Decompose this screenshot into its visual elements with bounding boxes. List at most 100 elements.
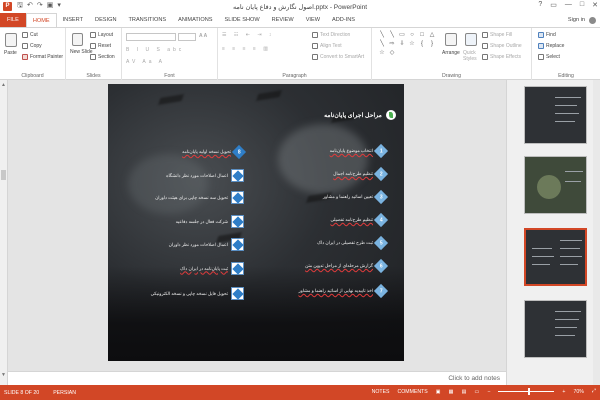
font-style-buttons[interactable]: B I U S abc <box>126 47 184 53</box>
arrange-icon[interactable] <box>445 33 457 46</box>
brace-shape-icon[interactable]: { <box>418 41 426 47</box>
paste-icon[interactable] <box>5 33 17 47</box>
slide-thumbnail[interactable] <box>524 156 587 214</box>
star-shape-icon[interactable]: ☆ <box>408 41 416 47</box>
zoom-in-icon[interactable]: + <box>562 389 565 395</box>
notes-pane[interactable]: Click to add notes <box>8 371 506 385</box>
customize-qat-icon[interactable]: ▾ <box>57 1 61 12</box>
slide-canvas[interactable]: مراحل اجرای پایان‌نامه 1 انتخاب موضوع پا… <box>108 84 404 361</box>
step-item[interactable]: اعمال اصلاحات مورد نظر داوران <box>169 238 244 251</box>
arrow-shape-icon[interactable]: ⇩ <box>398 41 406 47</box>
rectangle-shape-icon[interactable]: □ <box>418 32 426 38</box>
step-item[interactable]: 3 تعیین اساتید راهنما و مشاور <box>323 189 389 205</box>
paste-button[interactable]: Paste <box>4 50 17 56</box>
text-direction-button[interactable]: Text Direction <box>312 32 350 38</box>
layout-button[interactable]: Layout <box>90 32 113 38</box>
tab-transitions[interactable]: TRANSITIONS <box>122 13 172 27</box>
zoom-slider[interactable] <box>498 388 555 395</box>
shape-outline-button[interactable]: Shape Outline <box>482 43 522 49</box>
close-button[interactable]: ✕ <box>592 1 598 9</box>
zoom-level[interactable]: 70% <box>573 389 583 395</box>
convert-smartart-button[interactable]: Convert to SmartArt <box>312 54 364 60</box>
start-slideshow-icon[interactable]: ▣ <box>47 1 54 12</box>
font-size-box[interactable] <box>178 33 196 41</box>
normal-view-icon[interactable]: ▣ <box>436 389 441 395</box>
quick-styles-button[interactable]: Quick Styles <box>463 50 479 62</box>
slide-sorter-icon[interactable]: ▦ <box>449 389 454 395</box>
step-item[interactable]: 6 گزارش مرحله‌ای از مراحل تدوین متن <box>305 258 389 274</box>
tab-animations[interactable]: ANIMATIONS <box>172 13 218 27</box>
tab-slide-show[interactable]: SLIDE SHOW <box>219 13 266 27</box>
undo-icon[interactable]: ↶ <box>27 1 33 12</box>
tab-home[interactable]: HOME <box>25 13 57 27</box>
font-color-buttons[interactable]: AV Aa A <box>126 59 165 65</box>
new-slide-icon[interactable] <box>72 33 83 46</box>
list-buttons[interactable]: ☰ ☷ ⇤ ⇥ ↕ <box>222 32 274 38</box>
replace-button[interactable]: Replace <box>538 43 564 49</box>
ribbon-display-button[interactable]: ▭ <box>550 1 557 9</box>
tab-file[interactable]: FILE <box>0 13 26 27</box>
slide-thumbnail[interactable] <box>524 300 587 358</box>
save-icon[interactable]: 🖫 <box>17 1 23 12</box>
thumbnail-scrollbar[interactable] <box>593 80 600 385</box>
scroll-thumb[interactable] <box>1 170 6 180</box>
line-shape-icon[interactable]: ╲ <box>388 32 396 38</box>
notes-placeholder[interactable]: Click to add notes <box>448 375 500 382</box>
arrange-button[interactable]: Arrange <box>442 50 460 56</box>
line-shape-icon[interactable]: ╲ <box>378 41 386 47</box>
shape-effects-button[interactable]: Shape Effects <box>482 54 521 60</box>
slideshow-view-icon[interactable]: ▭ <box>474 389 479 395</box>
redo-icon[interactable]: ↷ <box>37 1 43 12</box>
sign-in-link[interactable]: Sign in <box>568 13 585 27</box>
step-item[interactable]: اعمال اصلاحات مورد نظر دانشگاه <box>166 169 244 182</box>
quick-styles-icon[interactable] <box>465 33 477 46</box>
arrow-shape-icon[interactable]: ⇨ <box>388 41 396 47</box>
step-item[interactable]: 8 تحویل نسخه اولیه پایان‌نامه <box>182 144 247 160</box>
tab-view[interactable]: VIEW <box>300 13 326 27</box>
format-painter-button[interactable]: Format Painter <box>22 54 63 60</box>
callout-shape-icon[interactable]: ◇ <box>388 50 396 56</box>
step-item[interactable]: تحویل سه نسخه چاپی برای هیئت داوران <box>155 191 244 204</box>
align-buttons[interactable]: ≡ ≡ ≡ ≡ ▥ <box>222 46 271 52</box>
copy-button[interactable]: Copy <box>22 43 42 49</box>
slide-thumbnail-selected[interactable] <box>524 228 587 286</box>
font-name-box[interactable] <box>126 33 176 41</box>
brace-shape-icon[interactable]: } <box>428 41 436 47</box>
triangle-shape-icon[interactable]: △ <box>428 32 436 38</box>
cut-button[interactable]: Cut <box>22 32 38 38</box>
tab-add-ins[interactable]: ADD-INS <box>326 13 361 27</box>
fit-slide-icon[interactable]: ⤢ <box>592 388 596 395</box>
user-avatar-icon[interactable] <box>589 16 596 24</box>
minimize-button[interactable]: — <box>565 1 572 9</box>
select-button[interactable]: Select <box>538 54 560 60</box>
slide-thumbnail[interactable] <box>524 86 587 144</box>
rectangle-shape-icon[interactable]: ▭ <box>398 32 406 38</box>
zoom-out-icon[interactable]: − <box>487 389 490 395</box>
step-item[interactable]: ثبت پایان‌نامه در ایران داک <box>180 262 244 275</box>
step-item[interactable]: 2 تنظیم طرح‌نامه اجمال <box>333 166 389 182</box>
star-shape-icon[interactable]: ☆ <box>378 50 386 56</box>
maximize-button[interactable]: □ <box>580 1 584 9</box>
section-button[interactable]: Section <box>90 54 115 60</box>
reset-button[interactable]: Reset <box>90 43 111 49</box>
step-item[interactable]: 7 اخذ تاییدیه نهایی از اساتید راهنما و م… <box>299 283 389 299</box>
comments-toggle[interactable]: COMMENTS <box>398 389 428 395</box>
tab-design[interactable]: DESIGN <box>89 13 122 27</box>
language-indicator[interactable]: PERSIAN <box>53 390 76 396</box>
left-scrollbar[interactable]: ▲ ▼ <box>0 80 8 385</box>
tab-review[interactable]: REVIEW <box>266 13 300 27</box>
help-button[interactable]: ? <box>538 1 542 9</box>
shape-fill-button[interactable]: Shape Fill <box>482 32 512 38</box>
step-item[interactable]: 1 انتخاب موضوع پایان‌نامه <box>330 143 389 159</box>
align-text-button[interactable]: Align Text <box>312 43 342 49</box>
notes-toggle[interactable]: NOTES <box>372 389 390 395</box>
scroll-down-icon[interactable]: ▼ <box>1 372 6 378</box>
scroll-up-icon[interactable]: ▲ <box>1 82 6 88</box>
oval-shape-icon[interactable]: ○ <box>408 32 416 38</box>
step-item[interactable]: 4 تنظیم طرح‌نامه تفصیلی <box>330 212 389 228</box>
step-item[interactable]: 5 ثبت طرح تفصیلی در ایران داک <box>317 235 389 251</box>
powerpoint-app-icon[interactable]: P <box>3 2 12 11</box>
increase-font-icon[interactable]: A A <box>199 33 207 39</box>
step-item[interactable]: تحویل فایل نسخه چاپی و نسخه الکترونیکی <box>151 287 244 300</box>
tab-insert[interactable]: INSERT <box>57 13 89 27</box>
